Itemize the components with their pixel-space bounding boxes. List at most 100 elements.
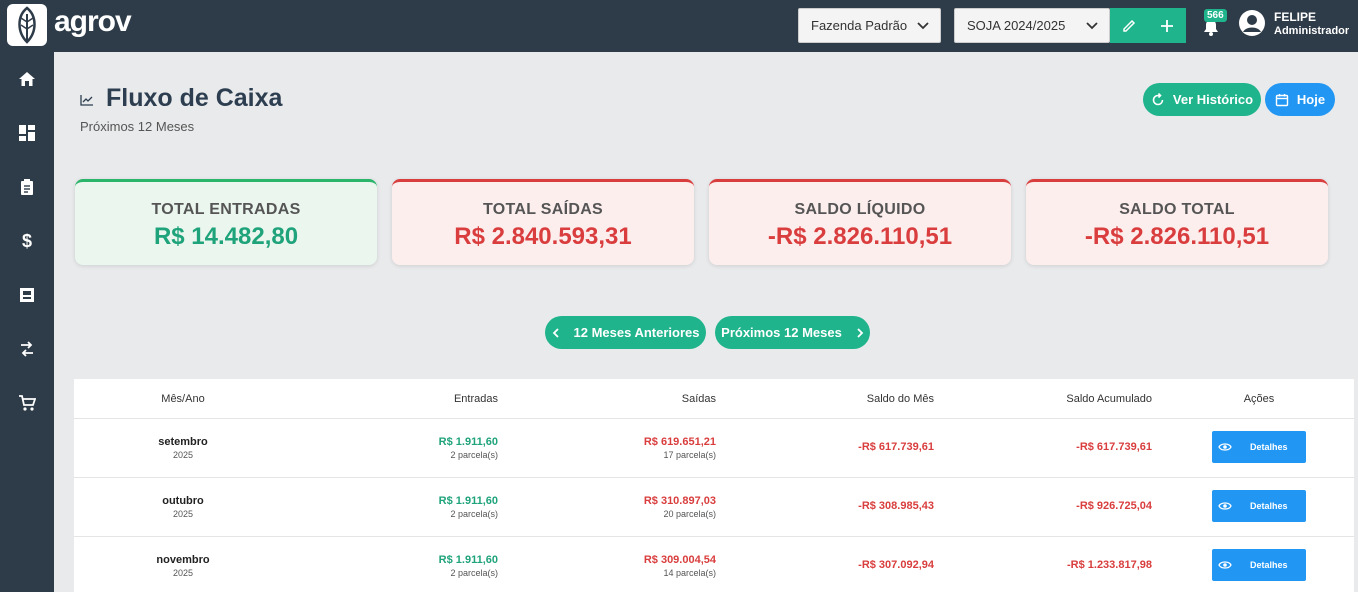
- chevron-down-icon: [1086, 22, 1098, 30]
- details-button[interactable]: Detalhes: [1212, 490, 1306, 522]
- sidebar-item-inventory[interactable]: [17, 285, 37, 305]
- notification-badge: 566: [1204, 9, 1227, 22]
- card-value: R$ 14.482,80: [153, 223, 299, 250]
- previous-button-label: 12 Meses Anteriores: [573, 325, 700, 340]
- row-inflow: R$ 1.911,60: [438, 554, 498, 566]
- plus-icon: [1161, 19, 1173, 32]
- details-button-label: Detalhes: [1250, 501, 1288, 511]
- table-header: Mês/Ano Entradas Saídas Saldo do Mês Sal…: [74, 379, 1354, 419]
- history-button[interactable]: Ver Histórico: [1143, 83, 1261, 116]
- row-month: novembro: [156, 554, 210, 566]
- card-label: SALDO LÍQUIDO: [794, 201, 926, 218]
- edit-season-button[interactable]: [1110, 8, 1148, 43]
- app-name: agrov: [54, 5, 132, 38]
- row-year: 2025: [172, 509, 194, 519]
- chevron-down-icon: [917, 22, 929, 30]
- summary-card-total-in: TOTAL ENTRADAS R$ 14.482,80: [75, 179, 377, 265]
- column-actions: Ações: [1243, 393, 1275, 405]
- row-outflow-installments: 14 parcela(s): [663, 568, 716, 578]
- logo[interactable]: [7, 4, 47, 46]
- details-button[interactable]: Detalhes: [1212, 549, 1306, 581]
- previous-12-months-button[interactable]: 12 Meses Anteriores: [545, 316, 706, 349]
- sidebar: $: [0, 52, 54, 592]
- sidebar-item-transfers[interactable]: [17, 339, 37, 359]
- row-month: setembro: [158, 436, 208, 448]
- season-select-value: SOJA 2024/2025: [967, 18, 1066, 33]
- today-button[interactable]: Hoje: [1265, 83, 1335, 116]
- user-avatar-icon[interactable]: [1238, 9, 1266, 37]
- row-inflow-installments: 2 parcela(s): [450, 509, 498, 519]
- row-outflow-installments: 17 parcela(s): [663, 450, 716, 460]
- row-outflow: R$ 619.651,21: [643, 436, 716, 448]
- chart-line-icon: [80, 95, 93, 106]
- column-month-year[interactable]: Mês/Ano: [133, 393, 233, 405]
- farm-select[interactable]: Fazenda Padrão: [798, 8, 941, 43]
- chevron-left-icon: [552, 327, 559, 338]
- sidebar-item-home[interactable]: [17, 69, 37, 89]
- sidebar-item-finance[interactable]: $: [17, 231, 37, 251]
- clipboard-icon: [21, 179, 33, 195]
- eye-icon: [1218, 502, 1232, 510]
- sidebar-item-dashboard[interactable]: [17, 123, 37, 143]
- column-inflows[interactable]: Entradas: [398, 393, 498, 405]
- top-bar: agrov Fazenda Padrão SOJA 2024/2025 566 …: [0, 0, 1358, 52]
- row-month: outubro: [162, 495, 204, 507]
- leaf-logo-icon: [18, 6, 36, 44]
- inventory-icon: [20, 288, 34, 302]
- row-month-balance: -R$ 308.985,43: [858, 500, 934, 512]
- dollar-icon: $: [21, 230, 32, 251]
- card-label: TOTAL SAÍDAS: [482, 201, 604, 218]
- row-inflow-installments: 2 parcela(s): [450, 568, 498, 578]
- row-inflow: R$ 1.911,60: [438, 495, 498, 507]
- today-button-label: Hoje: [1296, 92, 1326, 107]
- row-year: 2025: [172, 568, 194, 578]
- sidebar-item-tasks[interactable]: [17, 177, 37, 197]
- season-select[interactable]: SOJA 2024/2025: [954, 8, 1110, 43]
- dashboard-icon: [19, 125, 35, 141]
- user-name: FELIPE: [1274, 10, 1317, 24]
- history-button-label: Ver Histórico: [1172, 92, 1254, 107]
- table-row: novembro 2025 R$ 1.911,60 2 parcela(s) R…: [74, 537, 1354, 592]
- column-accumulated-balance[interactable]: Saldo Acumulado: [1032, 393, 1152, 405]
- summary-card-total-out: TOTAL SAÍDAS R$ 2.840.593,31: [392, 179, 694, 265]
- row-month-balance: -R$ 617.739,61: [858, 441, 934, 453]
- row-outflow-installments: 20 parcela(s): [663, 509, 716, 519]
- summary-card-total-balance: SALDO TOTAL -R$ 2.826.110,51: [1026, 179, 1328, 265]
- row-accumulated-balance: -R$ 1.233.817,98: [1066, 559, 1152, 571]
- home-icon: [19, 72, 35, 86]
- transfer-icon: [21, 341, 33, 357]
- details-button[interactable]: Detalhes: [1212, 431, 1306, 463]
- page-subtitle: Próximos 12 Meses: [80, 119, 195, 134]
- row-outflow: R$ 309.004,54: [643, 554, 716, 566]
- card-value: -R$ 2.826.110,51: [1084, 223, 1270, 250]
- pencil-icon: [1123, 19, 1136, 32]
- next-12-months-button[interactable]: Próximos 12 Meses: [715, 316, 870, 349]
- cash-flow-table: Mês/Ano Entradas Saídas Saldo do Mês Sal…: [74, 379, 1354, 592]
- sidebar-item-shopping[interactable]: [17, 393, 37, 413]
- farm-select-value: Fazenda Padrão: [811, 18, 908, 33]
- details-button-label: Detalhes: [1250, 442, 1288, 452]
- row-inflow-installments: 2 parcela(s): [450, 450, 498, 460]
- summary-card-net-balance: SALDO LÍQUIDO -R$ 2.826.110,51: [709, 179, 1011, 265]
- eye-icon: [1218, 561, 1232, 569]
- row-inflow: R$ 1.911,60: [438, 436, 498, 448]
- card-value: R$ 2.840.593,31: [454, 223, 632, 250]
- page-title: Fluxo de Caixa: [106, 84, 283, 112]
- eye-icon: [1218, 443, 1232, 451]
- column-outflows[interactable]: Saídas: [616, 393, 716, 405]
- table-row: outubro 2025 R$ 1.911,60 2 parcela(s) R$…: [74, 478, 1354, 537]
- refresh-icon: [1152, 92, 1164, 105]
- card-value: -R$ 2.826.110,51: [767, 223, 953, 250]
- add-season-button[interactable]: [1148, 8, 1186, 43]
- card-label: TOTAL ENTRADAS: [151, 201, 301, 218]
- next-button-label: Próximos 12 Meses: [721, 325, 842, 340]
- user-role: Administrador: [1274, 25, 1350, 37]
- cart-icon: [19, 395, 36, 411]
- row-year: 2025: [172, 450, 194, 460]
- card-label: SALDO TOTAL: [1119, 201, 1235, 218]
- table-row: setembro 2025 R$ 1.911,60 2 parcela(s) R…: [74, 419, 1354, 478]
- row-outflow: R$ 310.897,03: [643, 495, 716, 507]
- row-accumulated-balance: -R$ 617.739,61: [1076, 441, 1152, 453]
- chevron-right-icon: [857, 327, 864, 338]
- column-month-balance[interactable]: Saldo do Mês: [834, 393, 934, 405]
